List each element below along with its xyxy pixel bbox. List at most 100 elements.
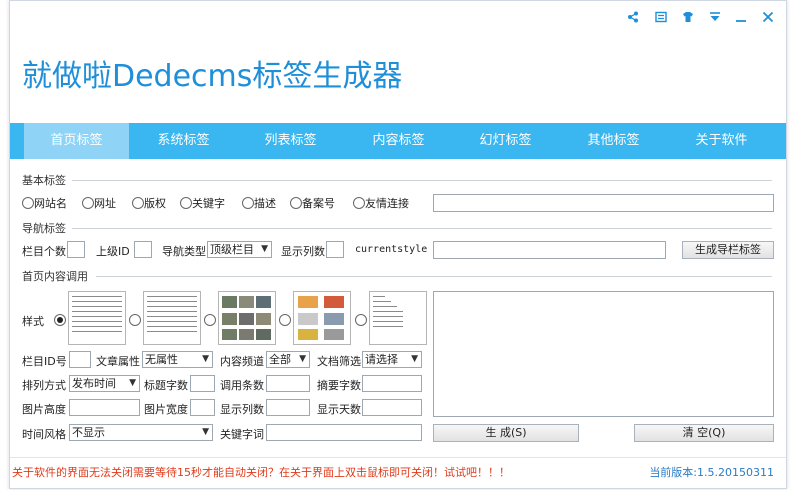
nav-type-value: 顶级栏目: [210, 243, 254, 256]
style-1-preview: [68, 291, 126, 345]
count-label: 调用条数: [220, 379, 264, 392]
image-width-input[interactable]: [190, 399, 215, 416]
tab-other[interactable]: 其他标签: [561, 123, 666, 159]
style-label: 样式: [22, 315, 44, 328]
nav-cols-input[interactable]: [326, 241, 344, 258]
chevron-down-icon: ▼: [299, 354, 306, 364]
minimize-icon[interactable]: [732, 11, 750, 27]
radio-keywords-label: 关键字: [192, 197, 225, 210]
order-label: 排列方式: [22, 379, 66, 392]
image-width-label: 图片宽度: [144, 403, 188, 416]
chevron-down-icon: ▼: [202, 427, 209, 437]
attr-select[interactable]: 无属性 ▼: [142, 351, 213, 368]
nav-parent-input[interactable]: [134, 241, 152, 258]
days-input[interactable]: [362, 399, 422, 416]
dropdown-icon[interactable]: [706, 11, 724, 27]
nav-type-label: 导航类型: [162, 245, 206, 258]
cols-label: 显示列数: [220, 403, 264, 416]
tab-list[interactable]: 列表标签: [238, 123, 343, 159]
title-bar: 就做啦Dedecms标签生成器: [10, 1, 786, 121]
cols-input[interactable]: [266, 399, 310, 416]
style-2-preview: [143, 291, 201, 345]
section-home-title: 首页内容调用: [22, 270, 88, 283]
radio-links[interactable]: [353, 197, 365, 209]
radio-style-1[interactable]: [54, 314, 66, 326]
chevron-down-icon: ▼: [202, 354, 209, 364]
divider: [72, 228, 772, 229]
clear-button[interactable]: 清 空(Q): [634, 424, 774, 442]
radio-style-4[interactable]: [279, 314, 291, 326]
radio-icp-label: 备案号: [302, 197, 335, 210]
time-style-value: 不显示: [72, 426, 105, 439]
order-select[interactable]: 发布时间 ▼: [69, 375, 140, 392]
tab-slideshow[interactable]: 幻灯标签: [453, 123, 558, 159]
divider: [72, 180, 772, 181]
tab-content[interactable]: 内容标签: [346, 123, 451, 159]
time-style-select[interactable]: 不显示 ▼: [69, 424, 213, 441]
title-length-input[interactable]: [190, 375, 215, 392]
image-height-label: 图片高度: [22, 403, 66, 416]
style-3-preview: [218, 291, 276, 345]
radio-icp[interactable]: [290, 197, 302, 209]
app-title: 就做啦Dedecms标签生成器: [22, 59, 403, 94]
column-id-input[interactable]: [69, 351, 91, 368]
radio-keywords[interactable]: [180, 197, 192, 209]
radio-style-3[interactable]: [204, 314, 216, 326]
nav-type-select[interactable]: 顶级栏目 ▼: [207, 241, 272, 258]
nav-current-style: currentstyle: [355, 244, 428, 255]
radio-site-name[interactable]: [22, 197, 34, 209]
attr-label: 文章属性: [96, 355, 140, 368]
column-id-label: 栏目ID号: [22, 355, 67, 368]
radio-style-5[interactable]: [355, 314, 367, 326]
radio-style-2[interactable]: [129, 314, 141, 326]
title-length-label: 标题字数: [144, 379, 188, 392]
home-output-textarea[interactable]: [433, 291, 774, 417]
tab-about[interactable]: 关于软件: [669, 123, 774, 159]
radio-url[interactable]: [82, 197, 94, 209]
divider: [10, 457, 786, 458]
radio-url-label: 网址: [94, 197, 116, 210]
section-nav-title: 导航标签: [22, 222, 66, 235]
channel-label: 内容频道: [220, 355, 264, 368]
main-panel: 基本标签 网站名 网址 版权 关键字 描述 备案号 友情连接 导航标签 栏目个数…: [10, 159, 786, 459]
tab-home[interactable]: 首页标签: [24, 123, 129, 159]
skin-icon[interactable]: [679, 11, 697, 27]
keyword-input[interactable]: [266, 424, 422, 441]
radio-copyright[interactable]: [132, 197, 144, 209]
filter-value: 请选择: [365, 353, 398, 366]
nav-output-field[interactable]: [433, 241, 666, 259]
style-4-preview: [293, 291, 351, 345]
app-window: 就做啦Dedecms标签生成器 首页标签 系统标签 列表标签 内容标签 幻灯标签…: [9, 0, 787, 489]
divider: [96, 276, 772, 277]
generate-button[interactable]: 生 成(S): [433, 424, 579, 442]
days-label: 显示天数: [317, 403, 361, 416]
filter-select[interactable]: 请选择 ▼: [362, 351, 422, 368]
count-input[interactable]: [266, 375, 310, 392]
chevron-down-icon: ▼: [129, 378, 136, 388]
time-style-label: 时间风格: [22, 428, 66, 441]
basic-output-field[interactable]: [433, 194, 774, 212]
version-label: 当前版本:1.5.20150311: [649, 466, 774, 479]
close-icon[interactable]: [759, 11, 777, 27]
section-basic-title: 基本标签: [22, 174, 66, 187]
radio-description[interactable]: [242, 197, 254, 209]
nav-count-input[interactable]: [67, 241, 85, 258]
order-value: 发布时间: [72, 377, 116, 390]
nav-generate-button[interactable]: 生成导栏标签: [682, 241, 774, 259]
chevron-down-icon: ▼: [411, 354, 418, 364]
nav-cols-label: 显示列数: [281, 245, 325, 258]
tab-system[interactable]: 系统标签: [131, 123, 236, 159]
summary-length-label: 摘要字数: [317, 379, 361, 392]
main-tab-bar: 首页标签 系统标签 列表标签 内容标签 幻灯标签 其他标签 关于软件: [10, 123, 786, 159]
channel-value: 全部: [269, 353, 291, 366]
chevron-down-icon: ▼: [261, 244, 268, 254]
radio-copyright-label: 版权: [144, 197, 166, 210]
attr-value: 无属性: [145, 353, 178, 366]
summary-length-input[interactable]: [362, 375, 422, 392]
nav-count-label: 栏目个数: [22, 245, 66, 258]
channel-select[interactable]: 全部 ▼: [266, 351, 310, 368]
image-height-input[interactable]: [69, 399, 140, 416]
share-icon[interactable]: [624, 11, 642, 27]
menu-icon[interactable]: [652, 11, 670, 27]
nav-parent-label: 上级ID: [96, 245, 130, 258]
